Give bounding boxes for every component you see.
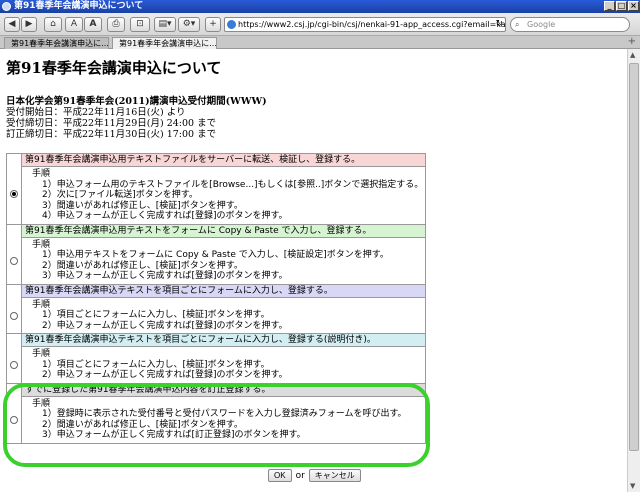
window-controls: _ □ × <box>604 1 639 11</box>
step: 1）項目ごとにフォームに入力し、[検証]ボタンを押す。 <box>42 310 270 320</box>
window-title: 第91春季年会講演申込について <box>14 1 144 11</box>
bookmarks-icon[interactable]: ⊡ <box>130 17 150 32</box>
search-icon: ⌕ <box>515 20 520 29</box>
procedure-label: 手順 <box>32 299 51 310</box>
option-body: 手順 1）項目ごとにフォームに入力し、[検証]ボタンを押す。 2）申込フォームが… <box>21 297 425 333</box>
reload-icon[interactable]: ↻ <box>495 18 503 31</box>
tab-2[interactable]: 第91春季年会講演申込に... <box>112 37 217 49</box>
option-radio-1[interactable] <box>10 190 18 198</box>
option-file-upload: 第91春季年会講演申込用テキストファイルをサーバーに転送、検証し、登録する。 手… <box>7 154 425 225</box>
or-text: or <box>295 470 305 481</box>
option-radio-3[interactable] <box>10 311 18 320</box>
browser-app-icon <box>2 2 11 11</box>
search-field[interactable]: ⌕ Google <box>510 17 630 32</box>
scroll-down-icon[interactable]: ▼ <box>630 482 635 490</box>
period-correction-deadline: 訂正締切日：平成22年11月30日(火) 17:00 まで <box>6 129 217 140</box>
add-bookmark-icon[interactable]: + <box>205 17 221 32</box>
option-header: 第91春季年会講演申込用テキストファイルをサーバーに転送、検証し、登録する。 <box>21 154 425 167</box>
window-titlebar: 第91春季年会講演申込について _ □ × <box>0 0 640 13</box>
form-actions: OK or キャンセル <box>268 469 361 482</box>
address-bar[interactable]: https://www2.csj.jp/cgi-bin/csj/nenkai-9… <box>224 17 506 32</box>
page-menu-icon[interactable]: ▤▾ <box>154 17 176 32</box>
step: 1）申込用テキストをフォームに Copy & Paste で入力し、[検証設定]… <box>42 250 389 260</box>
address-url: https://www2.csj.jp/cgi-bin/csj/nenkai-9… <box>238 20 506 29</box>
close-icon[interactable]: × <box>628 1 639 11</box>
period-deadline: 受付締切日：平成22年11月29日(月) 24:00 まで <box>6 118 217 129</box>
minimize-icon[interactable]: _ <box>604 1 615 11</box>
period-start: 受付開始日：平成22年11月16日(火) より <box>6 107 186 118</box>
option-form-entry: 第91春季年会講演申込テキストを項目ごとにフォームに入力し、登録する。 手順 1… <box>7 284 425 334</box>
option-form-entry-guided: 第91春季年会講演申込テキストを項目ごとにフォームに入力し、登録する(説明付き)… <box>7 334 425 384</box>
home-icon[interactable]: ⌂ <box>44 17 62 32</box>
step: 2）申込フォームが正しく完成すれば[登録]のボタンを押す。 <box>42 370 288 380</box>
option-copy-paste: 第91春季年会講演申込用テキストをフォームに Copy & Paste で入力し… <box>7 224 425 285</box>
page-content: 第91春季年会講演申込について 日本化学会第91春季年会(2011)講演申込受付… <box>0 49 627 492</box>
option-body: 手順 1）申込フォーム用のテキストファイルを[Browse...]もしくは[参照… <box>21 167 425 224</box>
application-period: 日本化学会第91春季年会(2011)講演申込受付期間(WWW) 受付開始日：平成… <box>6 96 267 140</box>
option-header: 第91春季年会講演申込用テキストをフォームに Copy & Paste で入力し… <box>21 224 425 238</box>
forward-icon[interactable]: ▶ <box>21 17 37 32</box>
scroll-up-icon[interactable]: ▲ <box>630 51 635 59</box>
option-radio-2[interactable] <box>10 256 18 265</box>
step: 1）申込フォーム用のテキストファイルを[Browse...]もしくは[参照..]… <box>42 179 424 190</box>
tab-bar: 第91春季年会講演申込に... 第91春季年会講演申込に... + <box>0 36 640 49</box>
procedure-label: 手順 <box>32 169 51 179</box>
settings-gear-icon[interactable]: ⚙▾ <box>178 17 200 32</box>
search-placeholder: Google <box>527 20 556 29</box>
tab-2-label: 第91春季年会講演申込に... <box>119 39 217 48</box>
option-radio-4[interactable] <box>10 361 18 369</box>
option-header: 第91春季年会講演申込テキストを項目ごとにフォームに入力し、登録する(説明付き)… <box>21 334 425 347</box>
step: 2）次に[ファイル転送]ボタンを押す。 <box>42 190 198 200</box>
scrollbar-thumb[interactable] <box>629 63 639 451</box>
browser-toolbar: ◀ ▶ ⌂ A A ⎙ ⊡ ▤▾ ⚙▾ + https://www2.csj.j… <box>0 13 640 36</box>
back-icon[interactable]: ◀ <box>4 17 20 32</box>
step: 2）間違いがあれば修正し、[検証]ボタンを押す。 <box>42 260 243 271</box>
step: 3）間違いがあれば修正し、[検証]ボタンを押す。 <box>42 200 243 211</box>
page-title: 第91春季年会講演申込について <box>6 59 222 77</box>
print-icon[interactable]: ⎙ <box>107 17 125 32</box>
option-header: 第91春季年会講演申込テキストを項目ごとにフォームに入力し、登録する。 <box>21 284 425 298</box>
step: 4）申込フォームが正しく完成すれば[登録]のボタンを押す。 <box>42 211 288 221</box>
step: 1）項目ごとにフォームに入力し、[検証]ボタンを押す。 <box>42 359 270 370</box>
option-body: 手順 1）項目ごとにフォームに入力し、[検証]ボタンを押す。 2）申込フォームが… <box>21 347 425 383</box>
option-body: 手順 1）申込用テキストをフォームに Copy & Paste で入力し、[検証… <box>21 237 425 284</box>
maximize-icon[interactable]: □ <box>616 1 627 11</box>
font-smaller-icon[interactable]: A <box>65 17 83 32</box>
step: 3）申込フォームが正しく完成すれば[登録]のボタンを押す。 <box>42 271 288 281</box>
step: 2）申込フォームが正しく完成すれば[登録]のボタンを押す。 <box>42 320 288 331</box>
font-larger-icon[interactable]: A <box>84 17 102 32</box>
ok-button[interactable]: OK <box>268 469 292 482</box>
tab-1[interactable]: 第91春季年会講演申込に... <box>4 37 109 49</box>
vertical-scrollbar[interactable]: ▲ ▼ <box>627 49 640 492</box>
annotation-highlight <box>3 383 430 467</box>
cancel-button[interactable]: キャンセル <box>308 469 361 482</box>
procedure-label: 手順 <box>32 349 51 359</box>
procedure-label: 手順 <box>32 239 51 250</box>
period-heading: 日本化学会第91春季年会(2011)講演申込受付期間(WWW) <box>6 96 267 107</box>
site-globe-icon <box>227 20 236 29</box>
new-tab-icon[interactable]: + <box>628 36 636 47</box>
tab-1-label: 第91春季年会講演申込に... <box>11 39 109 48</box>
